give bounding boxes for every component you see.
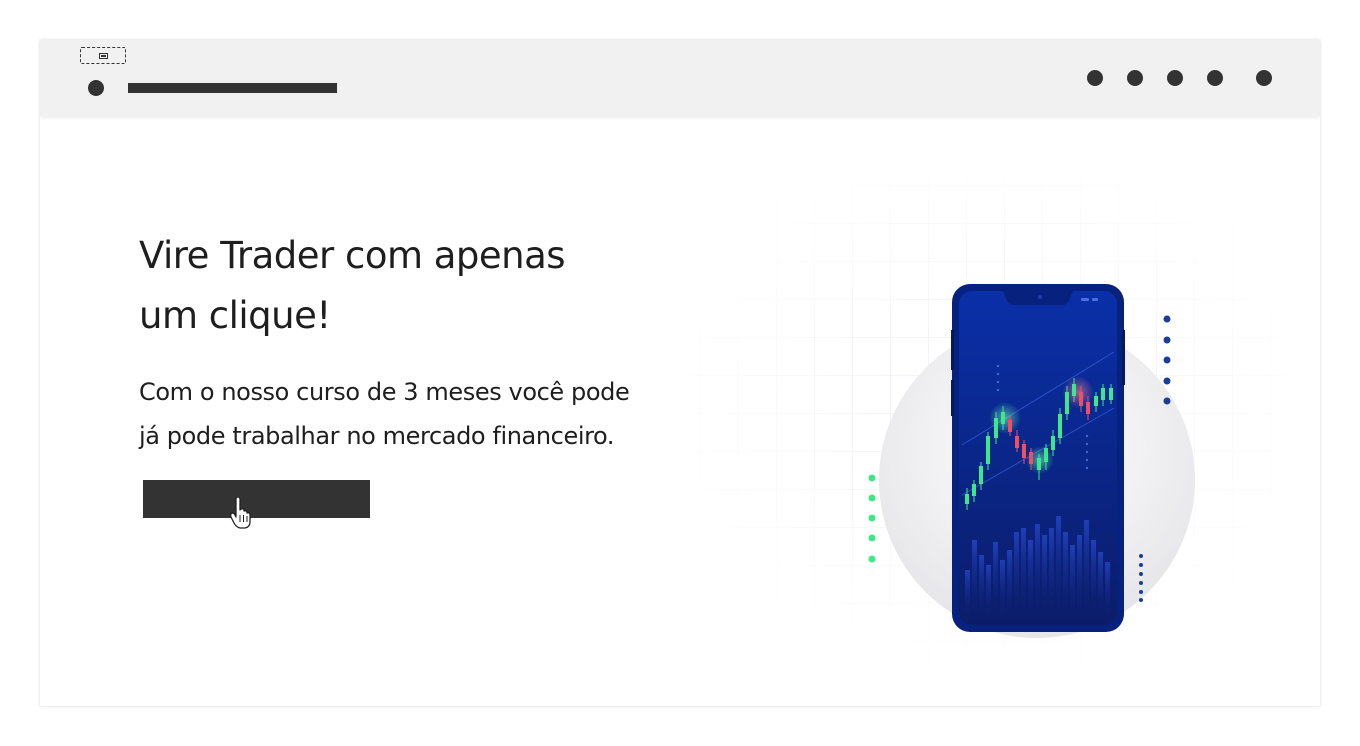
website-wireframe: Vire Trader com apenas um clique! Com o … [40, 40, 1320, 706]
subtext-line-2: já pode trabalhar no mercado financeiro. [139, 422, 615, 450]
site-header [40, 40, 1320, 116]
hero-headline: Vire Trader com apenas um clique! [139, 226, 679, 346]
logo-mark[interactable] [88, 80, 104, 96]
trading-phone-illustration [680, 180, 1300, 680]
nav-item-2[interactable] [1127, 70, 1143, 86]
hero-subtext: Com o nosso curso de 3 meses você pode j… [139, 370, 739, 458]
headline-line-2: um clique! [139, 294, 331, 337]
nav-item-4[interactable] [1207, 70, 1223, 86]
nav-item-3[interactable] [1167, 70, 1183, 86]
logo-text-placeholder[interactable] [128, 83, 337, 93]
subtext-line-1: Com o nosso curso de 3 meses você pode [139, 378, 630, 406]
nav-item-1[interactable] [1087, 70, 1103, 86]
cta-button[interactable] [143, 480, 370, 518]
pointer-hand-icon [230, 497, 251, 529]
nav-item-5[interactable] [1256, 70, 1272, 86]
headline-line-1: Vire Trader com apenas [139, 234, 566, 277]
phone-notch [1003, 291, 1073, 305]
image-placeholder-icon [80, 47, 126, 64]
